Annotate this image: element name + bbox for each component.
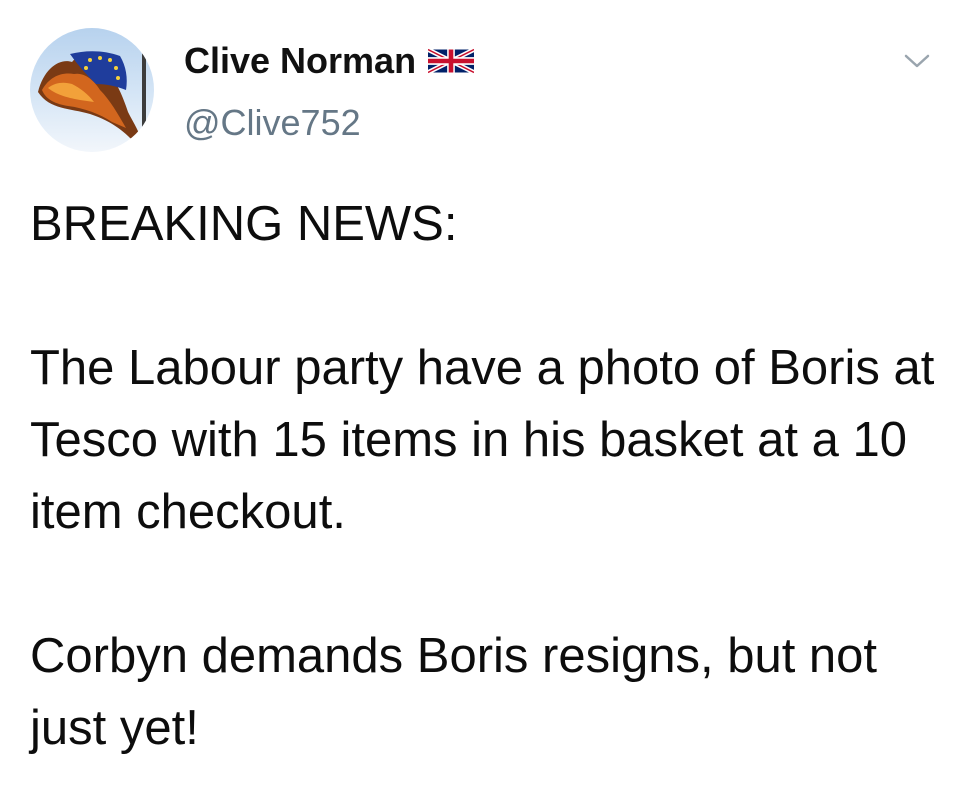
uk-flag-icon [428,46,475,76]
tweet-card: Clive Norman @Clive752 BREAKING NEWS: Th… [0,0,960,806]
display-name[interactable]: Clive Norman [184,38,475,84]
user-handle[interactable]: @Clive752 [184,100,361,146]
tweet-text: BREAKING NEWS: The Labour party have a p… [30,197,935,755]
avatar[interactable] [30,28,154,152]
display-name-text: Clive Norman [184,40,417,81]
chevron-down-icon[interactable] [902,50,932,72]
burning-eu-flag-icon [38,48,146,152]
